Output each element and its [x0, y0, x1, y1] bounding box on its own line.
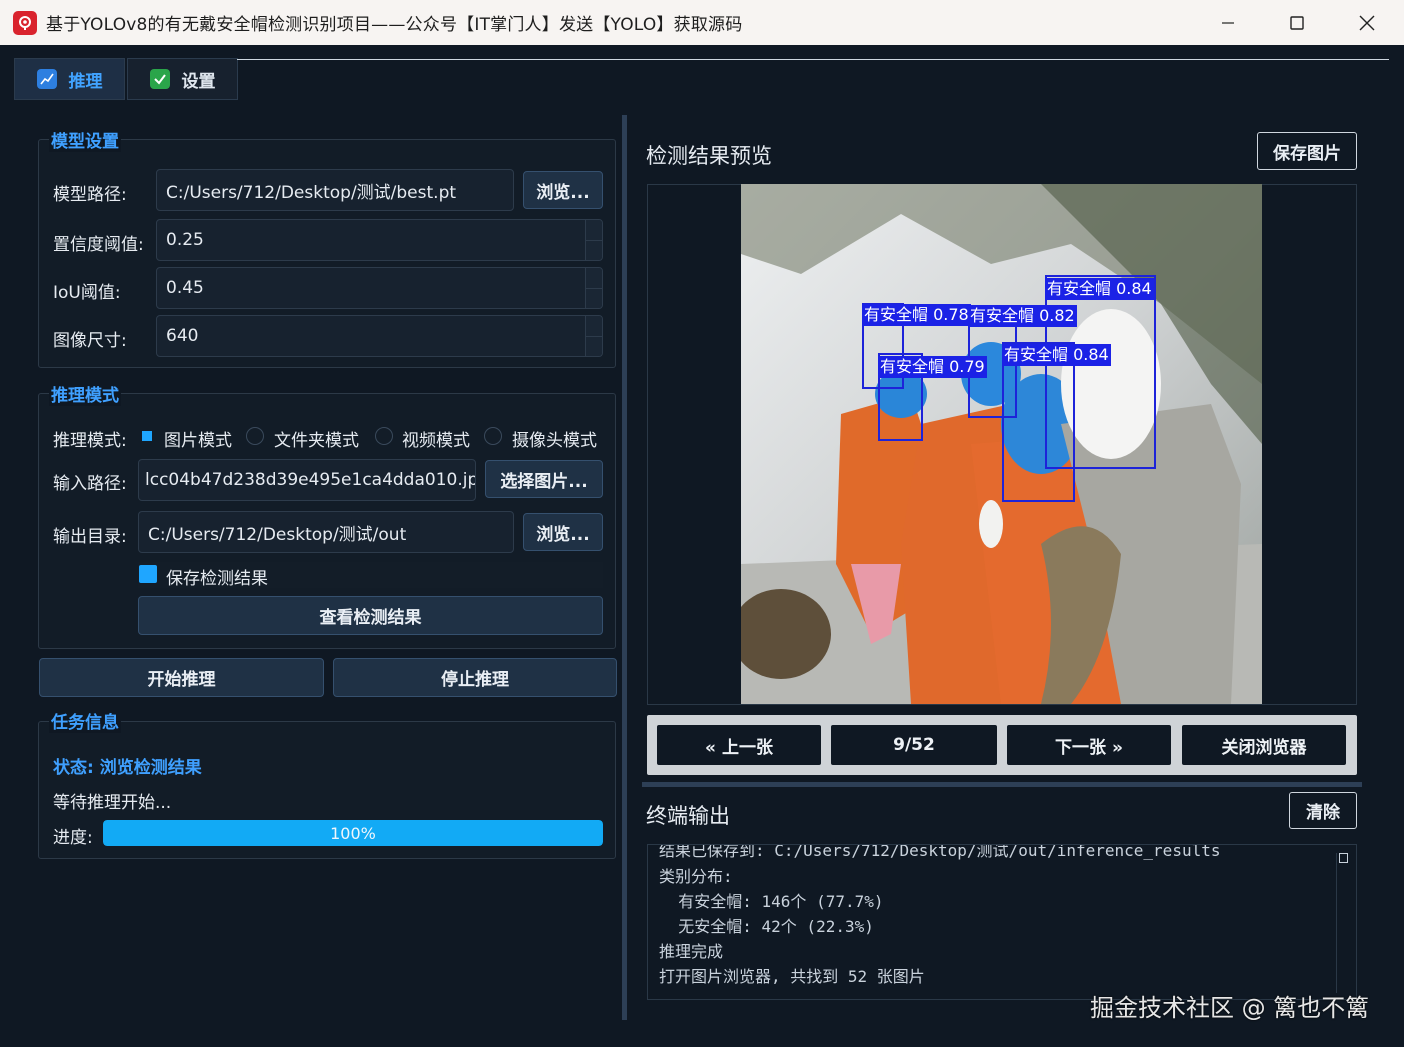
image-size-value: 640 — [166, 326, 199, 346]
camera-mode-label: 摄像头模式 — [512, 431, 597, 451]
model-path-value: C:/Users/712/Desktop/测试/best.pt — [166, 182, 457, 203]
tab-divider — [237, 59, 1389, 60]
close-button[interactable] — [1332, 0, 1402, 45]
confidence-spinbox[interactable]: 0.25 — [156, 219, 603, 261]
model-path-label: 模型路径: — [53, 185, 127, 205]
app-logo-icon — [13, 10, 37, 35]
radio-video-mode[interactable] — [375, 427, 393, 445]
chart-icon — [36, 69, 57, 89]
window-title: 基于YOLOv8的有无戴安全帽检测识别项目——公众号【IT掌门人】发送【YOLO… — [46, 15, 743, 35]
video-mode-label: 视频模式 — [402, 431, 470, 451]
output-dir-label: 输出目录: — [53, 527, 127, 547]
output-dir-value: C:/Users/712/Desktop/测试/out — [148, 524, 407, 545]
scrollbar-thumb[interactable] — [1339, 853, 1348, 863]
progress-text: 100% — [330, 823, 376, 843]
image-size-stepper[interactable] — [585, 316, 602, 356]
detection-label: 有安全帽 0.84 — [1002, 344, 1111, 366]
tab-settings[interactable]: 设置 — [127, 58, 238, 100]
terminal-scrollbar[interactable] — [1336, 853, 1348, 993]
iou-stepper[interactable] — [585, 268, 602, 308]
inference-mode-title: 推理模式 — [49, 381, 121, 406]
preview-title: 检测结果预览 — [646, 144, 772, 168]
progress-bar: 100% — [103, 820, 603, 846]
title-bar: 基于YOLOv8的有无戴安全帽检测识别项目——公众号【IT掌门人】发送【YOLO… — [0, 0, 1404, 45]
image-mode-label: 图片模式 — [164, 431, 232, 451]
detection-label: 有安全帽 0.82 — [968, 305, 1077, 327]
detection-label: 有安全帽 0.79 — [878, 356, 987, 378]
image-counter: 9/52 — [831, 725, 997, 765]
terminal-line: 推理完成 — [659, 942, 724, 961]
terminal-title: 终端输出 — [646, 804, 730, 828]
confidence-value: 0.25 — [166, 230, 204, 250]
prev-image-button[interactable]: « 上一张 — [657, 725, 821, 765]
progress-label: 进度: — [53, 828, 93, 848]
image-browser-bar: « 上一张 9/52 下一张 » 关闭浏览器 — [647, 715, 1357, 775]
tab-inference-label: 推理 — [68, 71, 103, 92]
terminal-line: 打开图片浏览器, 共找到 52 张图片 — [659, 967, 925, 986]
input-path-value: lcc04b47d238d39e495e1ca4dda010.jpg — [145, 470, 476, 490]
check-icon — [149, 69, 170, 89]
confidence-label: 置信度阈值: — [53, 235, 144, 255]
model-browse-button[interactable]: 浏览... — [523, 171, 603, 209]
image-size-label: 图像尺寸: — [53, 331, 127, 351]
tab-bar: 推理 设置 — [14, 58, 240, 100]
stop-inference-button[interactable]: 停止推理 — [333, 658, 617, 697]
iou-label: IoU阈值: — [53, 283, 121, 303]
close-icon — [1359, 15, 1375, 30]
input-path-input[interactable]: lcc04b47d238d39e495e1ca4dda010.jpg — [138, 459, 476, 501]
task-message: 等待推理开始... — [53, 793, 172, 813]
view-results-button[interactable]: 查看检测结果 — [138, 596, 603, 635]
minimize-button[interactable] — [1193, 0, 1263, 45]
output-browse-button[interactable]: 浏览... — [523, 513, 603, 551]
detection-image: 有安全帽 0.84 有安全帽 0.78 有安全帽 0.82 有安全帽 0.79 … — [741, 184, 1262, 704]
maximize-icon — [1290, 15, 1304, 30]
iou-spinbox[interactable]: 0.45 — [156, 267, 603, 309]
task-info-title: 任务信息 — [49, 708, 121, 733]
save-results-checkbox[interactable] — [139, 565, 157, 583]
maximize-button[interactable] — [1262, 0, 1332, 45]
mode-label: 推理模式: — [53, 431, 127, 451]
radio-image-mode[interactable] — [138, 427, 156, 445]
iou-value: 0.45 — [166, 278, 204, 298]
vertical-splitter[interactable] — [622, 115, 627, 1020]
tab-inference[interactable]: 推理 — [14, 58, 125, 100]
terminal-line: 结果已保存到: C:/Users/712/Desktop/测试/out/infe… — [659, 844, 1221, 860]
close-browser-button[interactable]: 关闭浏览器 — [1182, 725, 1346, 765]
model-settings-title: 模型设置 — [49, 127, 121, 152]
status-text: 状态: 浏览检测结果 — [53, 758, 202, 778]
terminal-line: 无安全帽: 42个 (22.3%) — [659, 917, 874, 936]
detection-label: 有安全帽 0.84 — [1045, 278, 1154, 300]
terminal-line: 类别分布: — [659, 867, 733, 886]
minimize-icon — [1222, 21, 1234, 24]
next-image-button[interactable]: 下一张 » — [1007, 725, 1171, 765]
start-inference-button[interactable]: 开始推理 — [39, 658, 324, 697]
terminal-line: 有安全帽: 146个 (77.7%) — [659, 892, 884, 911]
select-image-button[interactable]: 选择图片... — [485, 460, 603, 498]
folder-mode-label: 文件夹模式 — [274, 431, 359, 451]
output-dir-input[interactable]: C:/Users/712/Desktop/测试/out — [138, 511, 514, 553]
save-image-button[interactable]: 保存图片 — [1257, 132, 1357, 170]
radio-camera-mode[interactable] — [484, 427, 502, 445]
watermark: 掘金技术社区 @ 篱也不篱 — [1090, 994, 1370, 1022]
radio-folder-mode[interactable] — [246, 427, 264, 445]
detection-label: 有安全帽 0.78 — [862, 304, 971, 326]
terminal-output[interactable]: 结果已保存到: C:/Users/712/Desktop/测试/out/infe… — [647, 844, 1357, 1000]
image-size-spinbox[interactable]: 640 — [156, 315, 603, 357]
model-path-input[interactable]: C:/Users/712/Desktop/测试/best.pt — [156, 169, 514, 211]
confidence-stepper[interactable] — [585, 220, 602, 260]
detection-box — [1002, 342, 1075, 502]
save-results-label: 保存检测结果 — [166, 569, 268, 589]
tab-settings-label: 设置 — [181, 71, 216, 92]
clear-terminal-button[interactable]: 清除 — [1289, 792, 1357, 829]
input-path-label: 输入路径: — [53, 474, 127, 494]
horizontal-splitter[interactable] — [642, 782, 1362, 787]
